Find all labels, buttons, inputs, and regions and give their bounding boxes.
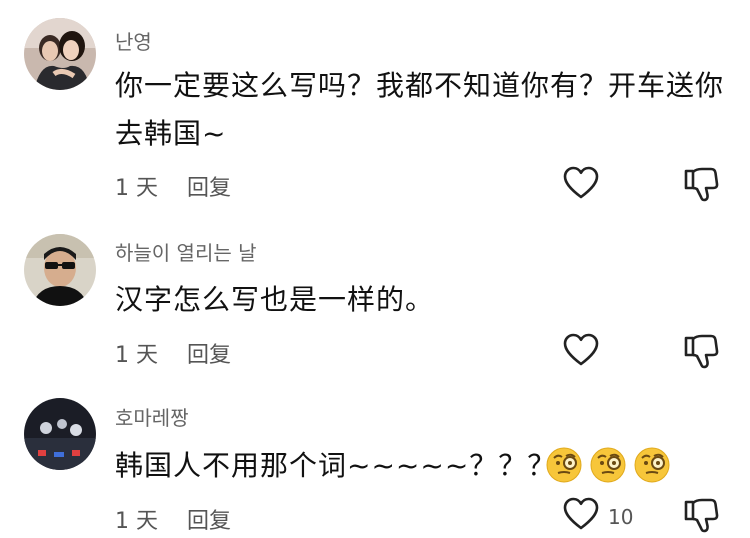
comment-time: 1 天 [115, 343, 158, 368]
comment-time: 1 天 [115, 509, 158, 534]
thumbs-down-outline-icon [684, 498, 719, 533]
comment-text: 你一定要这么写吗？我都不知道你有？开车送你去韩国~ [115, 69, 725, 150]
reply-button[interactable]: 回复 [187, 170, 231, 202]
emoji-row [545, 446, 671, 484]
thumbs-down-outline-icon [684, 167, 719, 202]
face-with-monocle-icon [590, 447, 626, 483]
comment-text-content: 韩国人不用那个词~~~~~？？？ [115, 449, 557, 482]
comment-text: 汉字怎么写也是一样的。 [115, 283, 435, 316]
heart-outline-icon [563, 497, 599, 530]
thumbs-down-outline-icon [684, 334, 719, 369]
reply-button[interactable]: 回复 [187, 337, 231, 369]
dislike-button[interactable] [682, 496, 720, 534]
face-with-monocle-icon [546, 447, 582, 483]
comment-username[interactable]: 난영 [115, 26, 152, 55]
dislike-button[interactable] [682, 332, 720, 370]
heart-outline-icon [563, 166, 599, 199]
dislike-button[interactable] [682, 165, 720, 203]
heart-outline-icon [563, 333, 599, 366]
comment-username[interactable]: 하늘이 열리는 날 [115, 237, 257, 266]
user-avatar[interactable] [24, 398, 96, 470]
comment-time: 1 天 [115, 176, 158, 201]
face-with-monocle-icon [634, 447, 670, 483]
user-avatar-man-sunglasses-icon [24, 234, 96, 306]
like-button[interactable] [563, 166, 599, 200]
user-avatar[interactable] [24, 234, 96, 306]
user-avatar-dark-scene-icon [24, 398, 96, 470]
comment-username[interactable]: 호마레짱 [115, 402, 189, 431]
like-count: 10 [608, 505, 634, 529]
user-avatar-couple-icon [24, 18, 96, 90]
like-button[interactable] [563, 497, 599, 531]
user-avatar[interactable] [24, 18, 96, 90]
reply-button[interactable]: 回复 [187, 503, 231, 535]
like-button[interactable] [563, 333, 599, 367]
